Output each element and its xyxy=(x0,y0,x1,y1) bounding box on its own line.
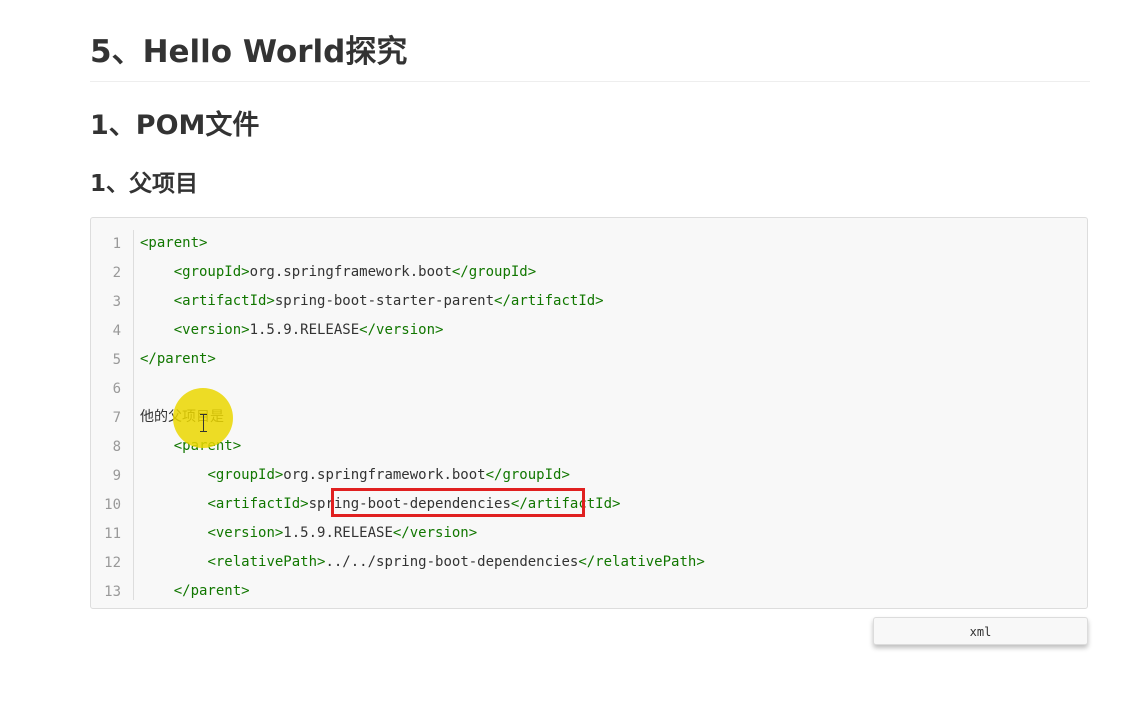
subsection-heading: 1、POM文件 xyxy=(90,110,260,141)
line-number: 13 xyxy=(104,584,121,600)
code-line: <relativePath>../../spring-boot-dependen… xyxy=(140,548,705,577)
xml-text: org.springframework.boot xyxy=(283,467,486,483)
line-number: 7 xyxy=(112,410,121,426)
xml-tag: <parent> xyxy=(140,235,208,251)
xml-tag: </version> xyxy=(392,525,478,541)
line-number: 6 xyxy=(112,381,121,397)
line-number: 11 xyxy=(104,526,121,542)
xml-tag: <version> xyxy=(173,322,250,338)
xml-tag: </parent> xyxy=(140,351,216,367)
line-number: 2 xyxy=(112,265,121,281)
xml-tag: <groupId> xyxy=(207,467,284,483)
code-line: <groupId>org.springframework.boot</group… xyxy=(140,258,536,287)
line-number: 9 xyxy=(112,468,121,484)
line-number-gutter: 1 2 3 4 5 6 7 8 9 10 11 12 13 xyxy=(91,230,134,600)
code-line: <parent> xyxy=(140,229,207,258)
code-line: </parent> xyxy=(140,345,216,374)
xml-tag: </groupId> xyxy=(451,264,537,280)
code-block[interactable]: 1 2 3 4 5 6 7 8 9 10 11 12 13 <parent> <… xyxy=(90,217,1088,609)
xml-tag: </version> xyxy=(359,322,444,338)
xml-text: spring-boot-starter-parent xyxy=(274,293,495,309)
line-number: 5 xyxy=(112,352,121,368)
annotation-highlight-box xyxy=(331,488,585,517)
xml-tag: </relativePath> xyxy=(578,554,705,570)
xml-text: 1.5.9.RELEASE xyxy=(249,322,360,338)
code-line: <artifactId>spring-boot-starter-parent</… xyxy=(140,287,604,316)
line-number: 4 xyxy=(112,323,121,339)
xml-tag: </groupId> xyxy=(485,467,570,483)
section-heading: 5、Hello World探究 xyxy=(90,26,1090,82)
xml-tag: <version> xyxy=(207,525,284,541)
xml-tag: <relativePath> xyxy=(207,554,326,570)
code-line: <version>1.5.9.RELEASE</version> xyxy=(140,519,477,548)
line-number: 3 xyxy=(112,294,121,310)
line-number: 10 xyxy=(104,497,121,513)
line-number: 12 xyxy=(104,555,121,571)
xml-text: org.springframework.boot xyxy=(249,264,452,280)
xml-tag: <artifactId> xyxy=(173,293,275,309)
xml-tag: <groupId> xyxy=(173,264,250,280)
xml-text: 1.5.9.RELEASE xyxy=(283,525,393,541)
code-line: <version>1.5.9.RELEASE</version> xyxy=(140,316,444,345)
text-cursor-icon xyxy=(200,414,207,432)
xml-tag: </artifactId> xyxy=(494,293,604,309)
subsubsection-heading: 1、父项目 xyxy=(90,171,199,197)
xml-text: ../../spring-boot-dependencies xyxy=(325,554,579,570)
xml-tag: </parent> xyxy=(173,583,250,599)
xml-tag: <artifactId> xyxy=(207,496,309,512)
code-line: <groupId>org.springframework.boot</group… xyxy=(140,461,570,490)
code-line: </parent> xyxy=(140,577,250,606)
line-number: 8 xyxy=(112,439,121,455)
line-number: 1 xyxy=(112,236,121,252)
code-language-selector[interactable]: xml xyxy=(873,617,1088,645)
